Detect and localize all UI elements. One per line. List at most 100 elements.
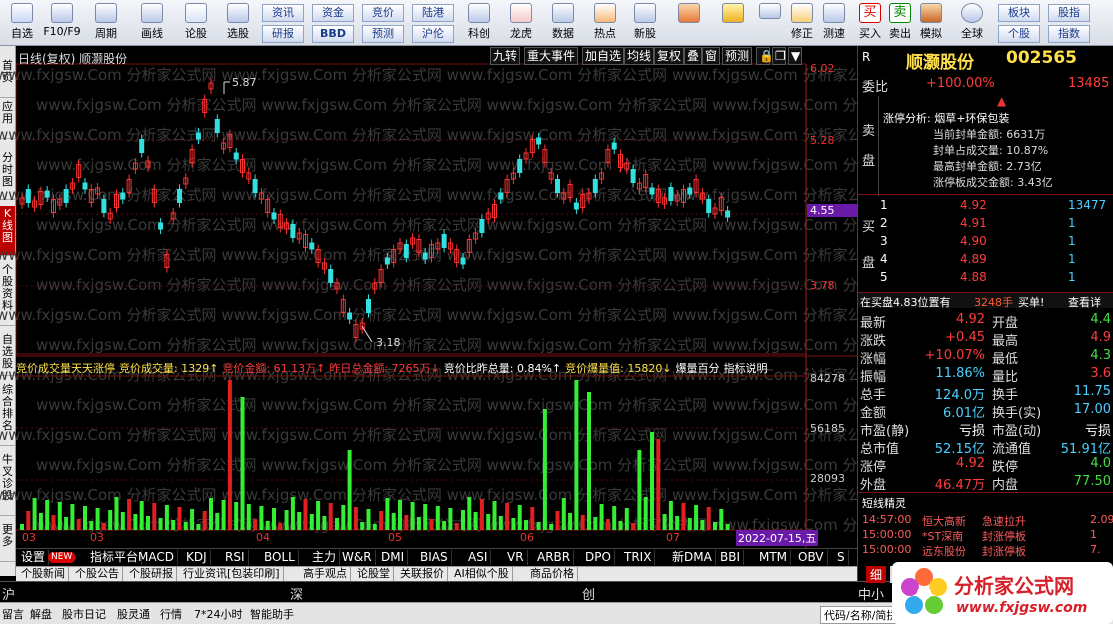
ctl-window[interactable]: 窗	[702, 47, 721, 65]
side-tab-ranking[interactable]: 综合排名	[0, 382, 15, 446]
index-zx[interactable]: 中小	[858, 584, 884, 603]
lock-icon[interactable]: 🔒	[756, 47, 774, 65]
indicator-tab[interactable]: 主力	[309, 550, 341, 565]
short-signal-n[interactable]: *ST深南	[922, 528, 963, 544]
side-tab-diagnosis[interactable]: 牛叉诊股	[0, 452, 15, 516]
tb-period[interactable]: 周期	[86, 2, 126, 44]
news-tab[interactable]: 个股研报	[126, 567, 177, 582]
indicator-tab[interactable]: ARBR	[534, 550, 575, 565]
ctl-events[interactable]: 重大事件	[524, 47, 579, 65]
index-sz[interactable]: 深	[290, 584, 303, 603]
news-tab[interactable]: 关联报价	[397, 567, 448, 582]
index-sh[interactable]: 沪	[2, 584, 15, 603]
indicator-tab[interactable]: KDJ	[183, 550, 211, 565]
indicator-tab[interactable]: MTM	[756, 550, 792, 565]
ctl-jiuzhuan[interactable]: 九转	[490, 47, 521, 65]
indicator-tab[interactable]: W&R	[339, 550, 376, 565]
news-tab[interactable]: 商品价格	[527, 567, 578, 582]
tb-gegu[interactable]: 个股	[998, 25, 1040, 43]
tb-speed[interactable]: 测速	[818, 2, 850, 44]
tb-yanbao[interactable]: 研报	[262, 25, 304, 43]
tb-select[interactable]: 选股	[218, 2, 258, 44]
ctl-add-watch[interactable]: 加自选	[582, 47, 625, 65]
tb-simulate[interactable]: 模拟	[916, 2, 946, 44]
indicator-tab[interactable]: S	[834, 550, 849, 565]
news-tab[interactable]: 论股堂	[354, 567, 394, 582]
bb-message[interactable]: 留言	[2, 606, 24, 622]
ctl-adjust[interactable]: 复权	[654, 47, 685, 65]
side-tab-home[interactable]: 首页	[0, 58, 15, 98]
tb-draw[interactable]: 画线	[132, 2, 172, 44]
bb-hangqing[interactable]: 行情	[160, 606, 182, 622]
side-tab-apps[interactable]: 应用	[0, 99, 15, 139]
indicator-tab[interactable]: NEW	[48, 552, 77, 563]
tb-buy[interactable]: 买买入	[856, 2, 884, 44]
tb-zijin[interactable]: 资金	[312, 4, 354, 22]
indicator-tab[interactable]: 指标平台	[87, 550, 143, 565]
tb-revise[interactable]: 修正	[786, 2, 818, 44]
tb-longhu[interactable]: 龙虎	[504, 2, 538, 44]
ctl-forecast[interactable]: 预测	[722, 47, 753, 65]
collapse-up-icon[interactable]: ▲	[997, 94, 1006, 108]
bb-gulingtong[interactable]: 股灵通	[117, 606, 150, 622]
news-tab[interactable]: AI相似个股	[451, 567, 513, 582]
indicator-tab[interactable]: BIAS	[417, 550, 452, 565]
tb-yuce[interactable]: 预测	[362, 25, 404, 43]
news-tab[interactable]: 个股公告	[72, 567, 123, 582]
tb-kechuang[interactable]: 科创	[462, 2, 496, 44]
side-tab-profile[interactable]: 个股资料	[0, 262, 15, 326]
news-tab[interactable]: 高手观点	[300, 567, 351, 582]
tb-xingu[interactable]: 新股	[628, 2, 662, 44]
indicator-tab[interactable]: TRIX	[621, 550, 656, 565]
tb-forum[interactable]: 论股	[178, 2, 214, 44]
tb-redian[interactable]: 热点	[588, 2, 622, 44]
tb-f10[interactable]: F10/F9	[42, 2, 82, 44]
tb-watchlist[interactable]: 自选	[4, 2, 40, 44]
tb-global[interactable]: 全球	[952, 2, 992, 44]
tb-lugang[interactable]: 陆港	[412, 4, 454, 22]
bb-jiepan[interactable]: 解盘	[30, 606, 52, 622]
news-tab[interactable]: 行业资讯[包装印刷]	[180, 567, 284, 582]
search-code-input[interactable]: 代码/名称/简拼	[820, 606, 902, 624]
tab-detail[interactable]: 细	[866, 566, 887, 583]
indicator-tab[interactable]: RSI	[222, 550, 249, 565]
indicator-tab[interactable]: 设置	[18, 550, 50, 565]
tb-guzhi[interactable]: 股指	[1048, 4, 1090, 22]
tb-zixun[interactable]: 资讯	[262, 4, 304, 22]
tb-layout[interactable]	[676, 2, 702, 44]
side-tab-more[interactable]: 更多	[0, 522, 15, 562]
indicator-tab[interactable]: ASI	[465, 550, 492, 565]
indicator-tab[interactable]: DPO	[582, 550, 615, 565]
tb-bbd[interactable]: BBD	[312, 25, 354, 43]
news-tab[interactable]: 个股新闻	[18, 567, 69, 582]
side-tab-kline[interactable]: K线图	[0, 206, 15, 256]
bb-assistant[interactable]: 智能助手	[250, 606, 294, 622]
index-cy[interactable]: 创	[582, 584, 595, 603]
buy-status-detail-link[interactable]: 查看详	[1068, 294, 1101, 310]
indicator-tab[interactable]: DMI	[378, 550, 409, 565]
copy-icon[interactable]: ❐	[772, 47, 786, 65]
indicator-tab[interactable]: MACD	[135, 550, 178, 565]
tb-bankuai[interactable]: 板块	[998, 4, 1040, 22]
indicator-tab[interactable]: BOLL	[261, 550, 299, 565]
tb-jingjia[interactable]: 竞价	[362, 4, 404, 22]
ctl-overlay[interactable]: 叠	[684, 47, 703, 65]
tb-hulun[interactable]: 沪伦	[412, 25, 454, 43]
tb-back[interactable]	[720, 2, 746, 44]
short-signal-n[interactable]: 恒大高新	[922, 513, 966, 529]
tb-zhishu[interactable]: 指数	[1048, 25, 1090, 43]
ctl-ma[interactable]: 均线	[624, 47, 655, 65]
side-tab-watchlist[interactable]: 自选股	[0, 332, 15, 376]
indicator-tab[interactable]: 新DMA	[669, 550, 716, 565]
indicator-tab[interactable]: OBV	[795, 550, 828, 565]
indicator-tab[interactable]: BBI	[717, 550, 745, 565]
bb-7x24[interactable]: 7*24小时	[194, 606, 243, 622]
side-tab-intraday[interactable]: 分时图	[0, 150, 15, 200]
menu-dropdown-icon[interactable]: ▼	[788, 47, 802, 65]
tb-shuju[interactable]: 数据	[546, 2, 580, 44]
tb-up[interactable]	[758, 2, 782, 44]
short-signal-n[interactable]: 远东股份	[922, 543, 966, 559]
kline-chart-area[interactable]: www.fxjgsw.Com 分析家公式网 www.fxjgsw.Com 分析家…	[0, 46, 933, 548]
indicator-tab[interactable]: VR	[504, 550, 528, 565]
tb-sell[interactable]: 卖卖出	[886, 2, 914, 44]
